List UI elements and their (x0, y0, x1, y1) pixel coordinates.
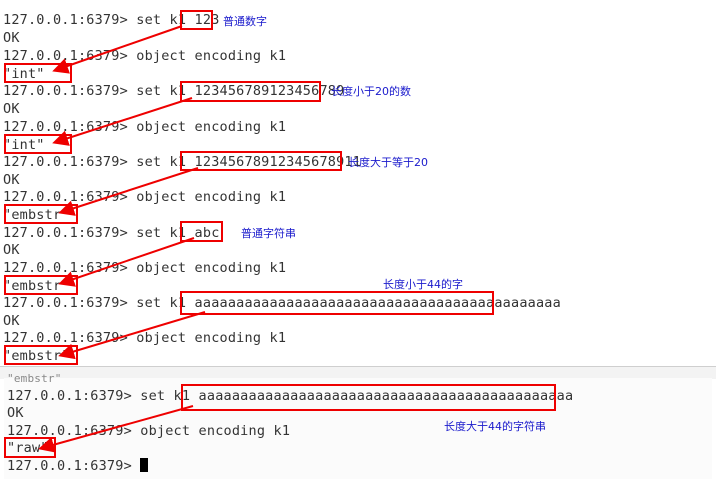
terminal-line: OK (7, 405, 24, 421)
annotation-len-ge-20: 长度大于等于20 (348, 156, 428, 169)
terminal-line: OK (3, 172, 20, 188)
terminal-line: OK (3, 313, 20, 329)
highlight-box-value (180, 221, 223, 242)
highlight-box-encoding (4, 437, 56, 458)
annotation-len-lt-44: 长度小于44的字 (383, 278, 463, 291)
terminal-line: OK (3, 30, 20, 46)
terminal-line: OK (3, 101, 20, 117)
annotation-len-gt-44: 长度大于44的字符串 (444, 420, 546, 433)
terminal-line-partial: "embstr" (7, 372, 62, 385)
highlight-box-value (180, 291, 494, 315)
terminal-prompt-line[interactable]: 127.0.0.1:6379> (7, 457, 149, 475)
terminal-prompt: 127.0.0.1:6379> (7, 458, 141, 474)
highlight-box-value (180, 10, 213, 30)
terminal-line: OK (3, 242, 20, 258)
highlight-box-encoding (4, 134, 72, 154)
highlight-box-encoding (4, 204, 78, 224)
highlight-box-encoding (4, 63, 72, 83)
annotation-plain-string: 普通字符串 (241, 227, 296, 240)
annotation-len-lt-20: 长度小于20的数 (331, 85, 411, 98)
text-cursor (140, 458, 149, 472)
highlight-box-value (180, 151, 342, 171)
highlight-box-encoding (4, 345, 78, 365)
highlight-box-value (181, 384, 556, 411)
highlight-box-encoding (4, 275, 78, 295)
highlight-box-value (180, 81, 321, 102)
annotation-plain-number: 普通数字 (223, 15, 267, 28)
